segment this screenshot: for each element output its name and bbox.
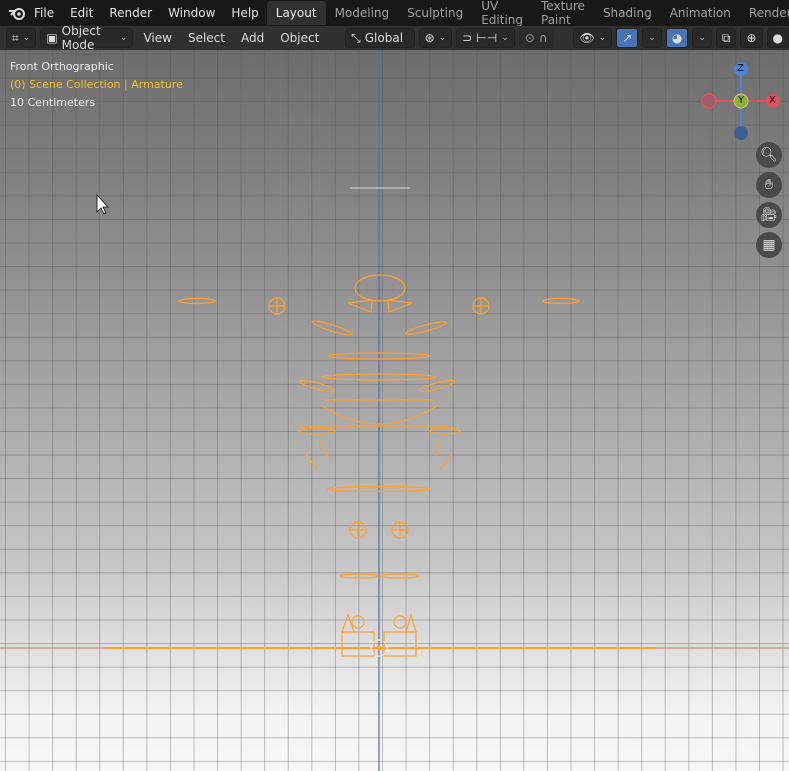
- snap-toggle[interactable]: ⊃ ⊢⊣ ⌄: [456, 28, 515, 48]
- scene-canvas: [0, 50, 789, 771]
- chevron-down-icon: ⌄: [119, 33, 128, 43]
- overlays-dropdown[interactable]: ⌄: [692, 28, 712, 48]
- tab-shading[interactable]: Shading: [594, 1, 661, 25]
- grid-icon: ▦: [762, 237, 776, 253]
- viewport-icon: ⌗: [12, 30, 19, 45]
- mouse-cursor: [96, 193, 109, 215]
- overlays-toggle[interactable]: ◕: [665, 28, 689, 48]
- menu-edit[interactable]: Edit: [62, 6, 101, 20]
- camera-view-button[interactable]: 🎥︎: [756, 202, 782, 228]
- menu-file[interactable]: File: [26, 6, 62, 20]
- solid-sphere-icon: ●: [772, 31, 783, 45]
- pan-button[interactable]: ✋︎: [756, 172, 782, 198]
- gizmo-y-label[interactable]: Y: [738, 95, 744, 106]
- eye-icon: 👁: [579, 31, 595, 45]
- proportional-icon: ⊙: [524, 31, 535, 45]
- viewport-header: ⌗ ⌄ ▣ Object Mode ⌄ View Select Add Object …: [0, 24, 789, 52]
- object-mode-icon: ▣: [46, 31, 58, 45]
- gizmo-dropdown[interactable]: ⌄: [642, 28, 662, 48]
- gizmo-icon: ↗: [622, 31, 633, 45]
- pivot-dropdown[interactable]: ⊛ ⌄: [418, 28, 453, 48]
- tab-animation[interactable]: Animation: [661, 1, 740, 25]
- shading-wireframe[interactable]: ⊕: [740, 28, 763, 48]
- editor-type-button[interactable]: ⌗ ⌄: [6, 28, 37, 48]
- orientation-label: Global: [364, 31, 404, 45]
- camera-icon: 🎥︎: [760, 207, 778, 223]
- overlays-icon: ◕: [671, 31, 683, 45]
- menu-window[interactable]: Window: [160, 6, 223, 20]
- zoom-button[interactable]: 🔍︎: [756, 142, 782, 168]
- zoom-icon: 🔍︎: [760, 147, 778, 163]
- hand-icon: ✋︎: [765, 177, 773, 193]
- menu-render[interactable]: Render: [101, 6, 160, 20]
- gizmo-z-label[interactable]: Z: [737, 63, 744, 74]
- menu-help[interactable]: Help: [223, 6, 266, 20]
- gizmo-toggle[interactable]: ↗: [616, 28, 639, 48]
- blender-logo-icon[interactable]: [8, 2, 26, 24]
- gizmo-x-label[interactable]: X: [769, 95, 776, 106]
- pivot-icon: ⊛: [424, 31, 435, 45]
- mode-label: Object Mode: [61, 24, 101, 52]
- visibility-dropdown[interactable]: 👁 ⌄: [573, 28, 613, 48]
- tab-modeling[interactable]: Modeling: [326, 1, 399, 25]
- falloff-icon: ∩: [538, 31, 548, 45]
- 3d-viewport[interactable]: Front Orthographic (0) Scene Collection …: [0, 50, 789, 771]
- mode-dropdown[interactable]: ▣ Object Mode ⌄: [40, 24, 134, 52]
- xray-toggle[interactable]: ⧉: [715, 28, 737, 48]
- tab-layout[interactable]: Layout: [266, 1, 326, 25]
- top-bar: File Edit Render Window Help Layout Mode…: [0, 0, 789, 27]
- chevron-down-icon: ⌄: [22, 33, 31, 43]
- toggle-ortho-button[interactable]: ▦: [756, 232, 782, 258]
- proportional-edit-toggle[interactable]: ⊙ ∩: [518, 28, 554, 48]
- origin-point: [376, 645, 382, 651]
- shading-solid[interactable]: ●: [766, 28, 789, 48]
- wireframe-sphere-icon: ⊕: [746, 31, 757, 45]
- snap-increment-icon: ⊢⊣: [476, 31, 498, 45]
- xray-icon: ⧉: [721, 30, 731, 45]
- menu-select[interactable]: Select: [182, 31, 231, 45]
- orientation-dropdown[interactable]: ⤡ Global: [345, 28, 415, 48]
- tab-sculpting[interactable]: Sculpting: [398, 1, 472, 25]
- tab-rendering[interactable]: Rendering: [740, 1, 789, 25]
- menu-view[interactable]: View: [137, 31, 177, 45]
- magnet-icon: ⊃: [462, 31, 473, 45]
- menu-object[interactable]: Object: [274, 31, 325, 45]
- menu-add[interactable]: Add: [235, 31, 270, 45]
- transform-orientation-icon: ⤡: [351, 30, 361, 45]
